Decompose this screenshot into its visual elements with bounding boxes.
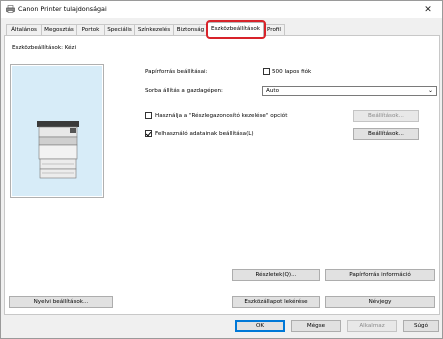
device-settings-panel: Eszközbeállítások: Kézi Papírforrás beál… (4, 35, 440, 315)
tab-highlight-outline (206, 20, 266, 39)
device-settings-mode-label: Eszközbeállítások: Kézi (12, 45, 77, 51)
tab-security[interactable]: Biztonság (173, 24, 208, 35)
printer-icon (6, 5, 15, 13)
window-title: Canon Printer tulajdonságai (18, 5, 107, 13)
sort-on-host-select[interactable]: Auto ⌄ (262, 86, 437, 96)
apply-button[interactable]: Alkalmaz (347, 320, 397, 332)
printer-image (37, 121, 79, 179)
ok-button[interactable]: OK (235, 320, 285, 332)
department-id-settings-button[interactable]: Beállítások... (353, 110, 419, 122)
tab-color-management[interactable]: Színkezelés (134, 24, 174, 35)
department-id-checkbox[interactable] (145, 112, 152, 119)
user-info-checkbox-label: Felhasználó adatainak beállítása(L) (155, 131, 254, 137)
details-button[interactable]: Részletek(Q)... (232, 269, 320, 281)
paper-source-checkbox-label: 500 lapos fiók (272, 69, 312, 75)
language-settings-button[interactable]: Nyelvi beállítások... (9, 296, 113, 308)
user-info-settings-button[interactable]: Beállítások... (353, 128, 419, 140)
printer-preview (10, 64, 104, 198)
tab-general[interactable]: Általános (6, 24, 42, 35)
cancel-button[interactable]: Mégse (291, 320, 341, 332)
title-bar: Canon Printer tulajdonságai ✕ (1, 1, 442, 18)
tab-advanced[interactable]: Speciális (104, 24, 135, 35)
paper-source-info-button[interactable]: Papírforrás információ (325, 269, 435, 281)
close-icon: ✕ (424, 4, 432, 15)
close-button[interactable]: ✕ (414, 1, 442, 18)
paper-source-checkbox[interactable] (263, 68, 270, 75)
get-device-status-button[interactable]: Eszközállapot lekérése (232, 296, 320, 308)
sort-on-host-label: Sorba állítás a gazdagépen: (145, 88, 223, 94)
user-info-checkbox[interactable] (145, 130, 152, 137)
tab-sharing[interactable]: Megosztás (41, 24, 77, 35)
about-button[interactable]: Névjegy (325, 296, 435, 308)
paper-source-settings-label: Papírforrás beállításai: (145, 69, 208, 75)
properties-dialog: Canon Printer tulajdonságai ✕ Általános … (0, 0, 443, 339)
tab-profile[interactable]: Profil (263, 24, 285, 35)
tab-ports[interactable]: Portok (76, 24, 105, 35)
department-id-checkbox-label: Használja a "Részlegazonosító kezelése" … (155, 113, 288, 119)
sort-on-host-value: Auto (266, 88, 279, 94)
chevron-down-icon: ⌄ (427, 87, 433, 94)
help-button[interactable]: Súgó (403, 320, 439, 332)
